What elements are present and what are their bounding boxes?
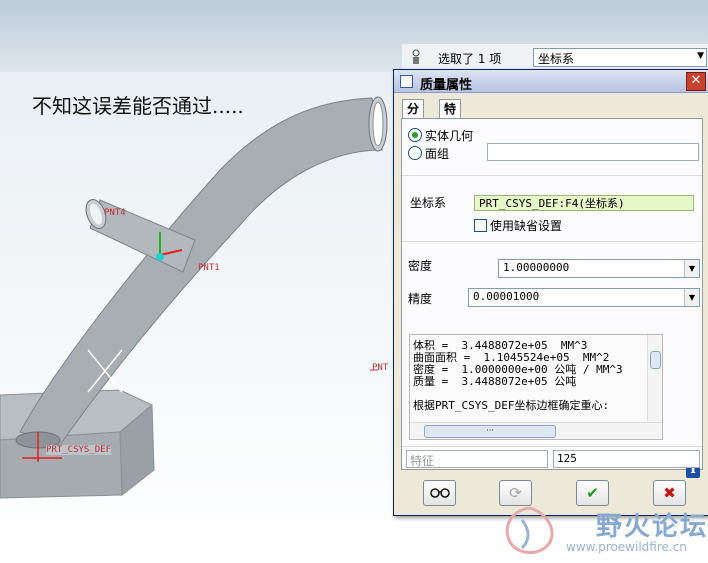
quilt-field[interactable] [487, 143, 699, 161]
dialog-titlebar[interactable]: 质量属性 ✕ [394, 70, 708, 93]
watermark: 野火论坛 www.proewildfire.cn [500, 500, 708, 562]
horizontal-scroll-thumb[interactable]: ··· [424, 425, 556, 438]
watermark-title: 野火论坛 [596, 512, 708, 542]
feature-number-field[interactable]: 125 [553, 450, 700, 468]
use-default-checkbox[interactable] [474, 219, 487, 232]
mass-properties-dialog: 质量属性 ✕ 分析 特征 实体几何 面组 坐标系 PRT_CSYS_DEF:F4… [393, 69, 708, 516]
selection-icon [412, 49, 420, 64]
accuracy-dropdown[interactable]: 0.00001000 ▼ [468, 288, 700, 307]
divider [402, 241, 702, 242]
chevron-down-icon: ▼ [684, 289, 699, 306]
divider [402, 446, 702, 447]
radio-quilt[interactable] [408, 146, 422, 160]
radio-quilt-label: 面组 [425, 147, 450, 161]
tab-analysis[interactable]: 分析 [402, 99, 425, 134]
accuracy-label: 精度 [408, 292, 433, 306]
dialog-icon [400, 75, 413, 88]
csys-label: 坐标系 [410, 196, 447, 210]
glasses-button[interactable] [423, 480, 456, 506]
caption-text: 不知这误差能否通过..... [32, 94, 244, 118]
tab-feature[interactable]: 特征 [439, 99, 462, 134]
point-label-pnt: PNT [372, 363, 389, 373]
accuracy-value: 0.00001000 [473, 290, 540, 303]
selection-filter-dropdown[interactable]: 坐标系 ▼ [533, 48, 707, 67]
density-dropdown[interactable]: 1.00000000 ▼ [498, 259, 700, 278]
close-button[interactable]: ✕ [686, 72, 706, 91]
feature-placeholder: 特征 [410, 454, 435, 468]
divider [402, 175, 702, 176]
csys-field[interactable]: PRT_CSYS_DEF:F4(坐标系) [474, 195, 694, 211]
selection-count: 选取了 1 项 [438, 52, 502, 66]
watermark-url: www.proewildfire.cn [566, 540, 687, 554]
radio-solid-geometry[interactable] [408, 128, 422, 142]
feature-field[interactable]: 特征 [406, 450, 548, 468]
watermark-logo-icon [505, 506, 554, 554]
chevron-down-icon: ▼ [697, 51, 704, 61]
selection-bar: 选取了 1 项 坐标系 ▼ [402, 44, 708, 71]
result-mass: 质量 = 3.4488072e+05 公吨 [413, 375, 577, 388]
point-label-pnt1: PNT1 [198, 263, 220, 273]
feature-number-value: 125 [557, 452, 577, 465]
density-label: 密度 [408, 259, 433, 273]
result-centroid-header: 根据PRT_CSYS_DEF坐标边框确定重心: [413, 399, 610, 412]
point-label-pnt4: PNT4 [104, 208, 126, 218]
horizontal-scrollbar[interactable]: ··· [410, 422, 662, 439]
glasses-icon [429, 488, 450, 498]
use-default-label: 使用缺省设置 [490, 219, 563, 233]
radio-solid-geometry-label: 实体几何 [425, 129, 474, 143]
vertical-scrollbar[interactable] [647, 335, 662, 421]
analysis-panel: 实体几何 面组 坐标系 PRT_CSYS_DEF:F4(坐标系) 使用缺省设置 … [401, 118, 703, 478]
chevron-down-icon: ▼ [684, 260, 699, 277]
results-textarea[interactable]: 体积 = 3.4488072e+05 MM^3 曲面面积 = 1.1045524… [409, 334, 663, 440]
selection-filter-value: 坐标系 [538, 52, 575, 66]
vertical-scroll-thumb[interactable] [650, 351, 661, 369]
dialog-title: 质量属性 [420, 78, 473, 93]
csys-label: PRT_CSYS_DEF [46, 445, 112, 455]
density-value: 1.00000000 [503, 261, 570, 274]
